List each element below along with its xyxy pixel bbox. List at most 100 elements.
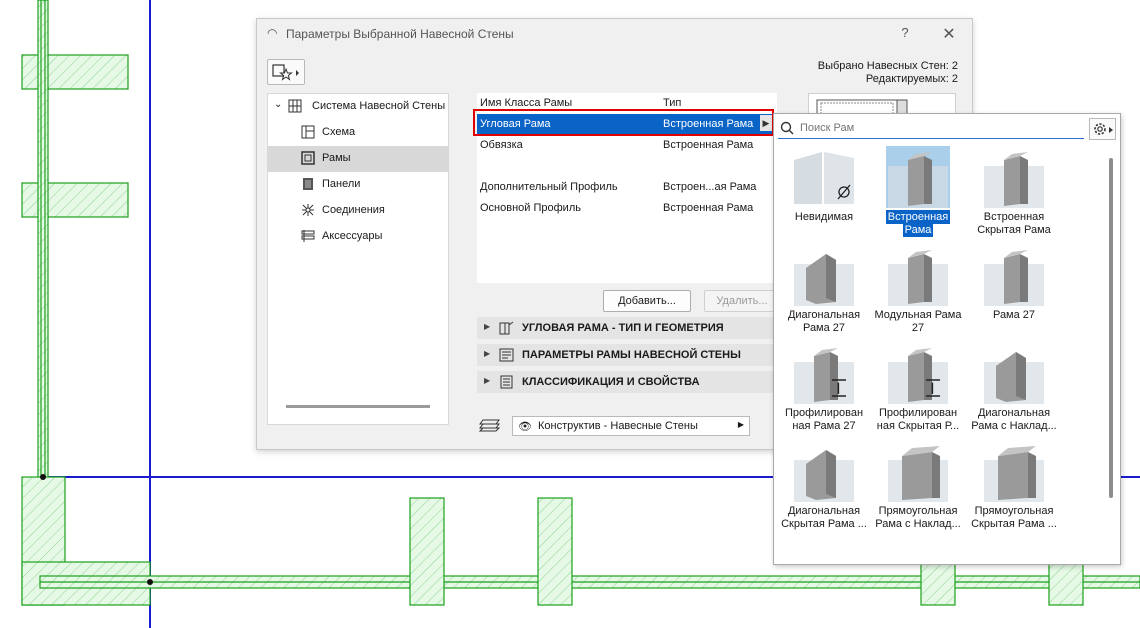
frame-option-label: Невидимая xyxy=(778,211,870,224)
frame-option[interactable]: Диагональная Скрытая Рама ... xyxy=(778,438,870,532)
tree-scrollbar[interactable] xyxy=(286,405,430,408)
tree-item-panels[interactable]: Панели xyxy=(268,172,448,198)
frame-option-label: Встроенная Рама xyxy=(872,210,964,237)
frame-option-label: Модульная Рама 27 xyxy=(872,309,964,335)
frame-option[interactable]: Рама 27 xyxy=(968,242,1060,336)
frame-option-label-line1: Диагональная xyxy=(787,309,861,321)
frame-option[interactable]: Встроенная Скрытая Рама xyxy=(968,144,1060,238)
tree-item-junctions[interactable]: Соединения xyxy=(268,198,448,224)
selected-count: Выбрано Навесных Стен: 2 xyxy=(817,60,958,72)
table-row[interactable]: Основной Профиль Встроенная Рама xyxy=(477,198,777,219)
frame-grid: Невидимая Встроенная Рама Встроенная Скрытая… xyxy=(774,142,1104,562)
tree-item-label: Панели xyxy=(322,178,361,190)
favorites-button[interactable] xyxy=(267,59,305,85)
frame-option[interactable]: Встроенная Рама xyxy=(872,144,964,238)
settings-tree: ⌄ Система Навесной Стены Схема Рамы Пане… xyxy=(267,93,449,425)
section-frame-parameters[interactable]: ▶ ПАРАМЕТРЫ РАМЫ НАВЕСНОЙ СТЕНЫ xyxy=(477,344,777,366)
frame-option-label: Встроенная Скрытая Рама xyxy=(968,211,1060,237)
svg-text:I: I xyxy=(836,379,841,398)
frame-thumbnail: I xyxy=(792,342,856,404)
frame-option-label-line2: Рама с Наклад... xyxy=(971,420,1057,432)
curtain-wall-system-icon xyxy=(288,99,302,113)
frame-option-label-line2: Скрытая Рама xyxy=(977,224,1051,236)
tree-item-label: Рамы xyxy=(322,152,351,164)
frame-option[interactable] xyxy=(778,536,870,562)
frame-option-label-line2: Рама xyxy=(902,223,934,237)
frame-option-label: Прямоугольная Скрытая Рама ... xyxy=(968,505,1060,531)
frame-thumbnail xyxy=(792,146,856,208)
table-row[interactable]: Дополнительный Профиль Встроен...ая Рама xyxy=(477,177,777,198)
frame-option-label-line1: Встроенная xyxy=(983,211,1045,223)
frame-option-label: Прямоугольная Рама с Наклад... xyxy=(872,505,964,531)
search-field[interactable] xyxy=(778,118,1084,139)
layer-select[interactable]: 👁 Конструктив - Навесные Стены ▶ xyxy=(512,416,750,436)
gear-icon xyxy=(1094,123,1113,135)
highlight-frame xyxy=(473,109,774,136)
frame-option-label-line1: Невидимая xyxy=(794,211,854,223)
add-button[interactable]: Добавить... xyxy=(603,290,691,312)
frames-icon xyxy=(301,151,315,165)
frame-option-label: Профилирован ная Скрытая Р... xyxy=(872,407,964,433)
section-classification[interactable]: ▶ КЛАССИФИКАЦИЯ И СВОЙСТВА xyxy=(477,371,777,393)
chevron-right-icon: ▶ xyxy=(484,322,491,331)
eye-icon: 👁 xyxy=(518,421,532,433)
search-icon xyxy=(780,121,794,135)
frame-type-picker: НевидимаяВстроеннаяРамаВстроеннаяСкрытая… xyxy=(773,113,1121,565)
chevron-right-icon: ▶ xyxy=(737,420,744,429)
delete-button[interactable]: Удалить... xyxy=(704,290,780,312)
frame-option[interactable] xyxy=(872,536,964,562)
dialog-titlebar: ◠ Параметры Выбранной Навесной Стены ? ✕ xyxy=(257,19,972,49)
curtain-wall-left[interactable] xyxy=(21,0,151,606)
frame-option-label-line2: 27 xyxy=(911,322,925,334)
frame-thumbnail xyxy=(982,146,1046,208)
column-header-name: Имя Класса Рамы xyxy=(480,97,573,109)
editable-count: Редактируемых: 2 xyxy=(865,73,958,85)
settings-button[interactable] xyxy=(1089,118,1116,140)
frame-option-label: Профилирован ная Рама 27 xyxy=(778,407,870,433)
table-row[interactable]: Обвязка Встроенная Рама xyxy=(477,135,777,156)
section-label: КЛАССИФИКАЦИЯ И СВОЙСТВА xyxy=(522,376,700,388)
tree-item-frames[interactable]: Рамы xyxy=(268,146,448,172)
tree-item-system[interactable]: ⌄ Система Навесной Стены xyxy=(268,94,448,120)
row-type: Встроенная Рама xyxy=(663,202,754,214)
frame-option-label-line2: ная Скрытая Р... xyxy=(876,420,960,432)
frame-option[interactable]: I Профилирован ная Скрытая Р... xyxy=(872,340,964,434)
frame-option[interactable]: Прямоугольная Скрытая Рама ... xyxy=(968,438,1060,532)
frame-option-label-line2: Рама с Наклад... xyxy=(875,518,961,530)
tree-item-accessories[interactable]: Аксессуары xyxy=(268,224,448,250)
frame-option-label: Диагональная Рама с Наклад... xyxy=(968,407,1060,433)
help-button[interactable]: ? xyxy=(897,25,913,43)
frame-thumbnail xyxy=(886,146,950,208)
frame-option-label-line1: Модульная Рама xyxy=(874,309,962,321)
frame-option-label-line1: Прямоугольная xyxy=(878,505,958,517)
row-name: Обвязка xyxy=(480,139,523,151)
picker-scrollbar[interactable] xyxy=(1109,158,1113,498)
tree-item-label: Система Навесной Стены xyxy=(312,100,446,112)
tree-item-label: Схема xyxy=(322,126,356,138)
frame-option-label: Диагональная Скрытая Рама ... xyxy=(778,505,870,531)
frame-thumbnail xyxy=(792,244,856,306)
frame-option-label-line2: Скрытая Рама ... xyxy=(781,518,867,530)
layer-bar: 👁 Конструктив - Навесные Стены ▶ xyxy=(477,413,777,441)
frame-thumbnail xyxy=(792,440,856,502)
parameters-icon xyxy=(499,348,514,362)
search-input[interactable] xyxy=(800,119,1080,136)
frame-option[interactable]: Диагональная Рама 27 xyxy=(778,242,870,336)
section-label: УГЛОВАЯ РАМА - ТИП И ГЕОМЕТРИЯ xyxy=(522,322,724,334)
frame-option[interactable]: I Профилирован ная Рама 27 xyxy=(778,340,870,434)
chevron-right-icon: ▶ xyxy=(484,376,491,385)
close-button[interactable]: ✕ xyxy=(940,24,958,43)
frame-option-label-line1: Диагональная xyxy=(787,505,861,517)
frame-option-label-line1: Диагональная xyxy=(977,407,1051,419)
tree-item-scheme[interactable]: Схема xyxy=(268,120,448,146)
frame-option[interactable]: Модульная Рама 27 xyxy=(872,242,964,336)
row-type: Встроен...ая Рама xyxy=(663,181,757,193)
section-corner-frame-geometry[interactable]: ▶ УГЛОВАЯ РАМА - ТИП И ГЕОМЕТРИЯ xyxy=(477,317,777,339)
frame-option[interactable]: Невидимая xyxy=(778,144,870,238)
section-label: ПАРАМЕТРЫ РАМЫ НАВЕСНОЙ СТЕНЫ xyxy=(522,349,741,361)
dialog-title: Параметры Выбранной Навесной Стены xyxy=(286,27,514,41)
frame-option[interactable]: Диагональная Рама с Наклад... xyxy=(968,340,1060,434)
chevron-right-icon[interactable]: ▶ xyxy=(760,115,772,131)
frame-option[interactable]: Прямоугольная Рама с Наклад... xyxy=(872,438,964,532)
chevron-down-icon[interactable]: ⌄ xyxy=(274,99,282,110)
